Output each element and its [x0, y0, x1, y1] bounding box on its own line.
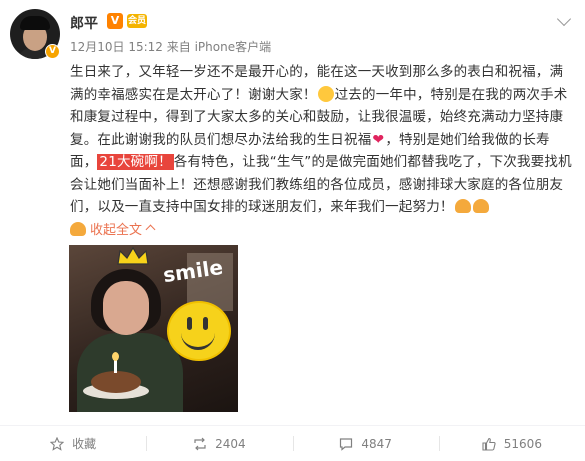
emoji-icon	[317, 85, 334, 102]
smiley-icon	[167, 301, 231, 361]
weibo-post-card: V 郎平 V 会员 12月10日 15:12 来自 iPhone客户端 生日来了…	[0, 0, 585, 461]
post-photo[interactable]: smile	[69, 245, 238, 412]
like-icon	[482, 437, 496, 451]
collapse-label: 收起全文	[90, 223, 143, 238]
flexed-arm-icon	[472, 199, 489, 213]
crown-icon	[117, 247, 149, 265]
cake	[91, 371, 141, 393]
author-name[interactable]: 郎平	[70, 13, 98, 33]
member-icon[interactable]: 会员	[127, 14, 147, 28]
chevron-down-icon[interactable]	[556, 11, 572, 27]
favorite-button[interactable]: 收藏	[0, 426, 146, 461]
comment-icon	[339, 437, 353, 451]
highlighted-text: 21大碗啊！	[97, 154, 174, 170]
source: 来自 iPhone客户端	[166, 40, 272, 54]
repost-icon	[193, 437, 207, 451]
comment-button[interactable]: 4847	[292, 426, 439, 461]
heart-icon: ❤	[372, 131, 385, 148]
flexed-arm-icon	[70, 222, 86, 236]
like-button[interactable]: 51606	[438, 426, 585, 461]
collapse-text-link[interactable]: 收起全文	[70, 219, 156, 238]
timestamp[interactable]: 12月10日 15:12	[70, 40, 163, 54]
comment-count: 4847	[361, 436, 392, 451]
post-meta: 12月10日 15:12 来自 iPhone客户端	[70, 38, 271, 55]
favorite-label: 收藏	[72, 437, 97, 451]
flexed-arm-icon	[454, 199, 471, 213]
star-icon	[50, 436, 65, 451]
repost-button[interactable]: 2404	[146, 426, 292, 461]
like-count: 51606	[503, 436, 542, 451]
verified-badge-icon: V	[45, 44, 60, 59]
post-text: 生日来了，又年轻一岁还不是最开心的，能在这一天收到那么多的表白和祝福，满满的幸福…	[70, 61, 575, 219]
vip-icon[interactable]: V	[107, 13, 123, 29]
chevron-up-icon	[145, 224, 156, 235]
repost-count: 2404	[215, 436, 246, 451]
action-bar: 收藏 2404 4847 51606	[0, 426, 585, 461]
